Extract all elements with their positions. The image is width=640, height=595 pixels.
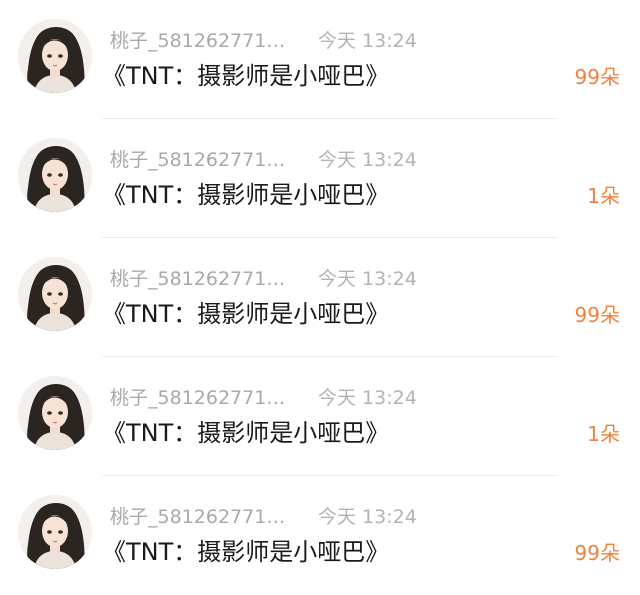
timestamp: 今天 13:24 bbox=[318, 506, 417, 528]
list-item[interactable]: 桃子_581262771… 今天 13:24 《TNT：摄影师是小哑巴》 1朵 bbox=[0, 357, 640, 476]
timestamp: 今天 13:24 bbox=[318, 268, 417, 290]
gift-count: 99朵 bbox=[574, 65, 620, 89]
girl-portrait-icon bbox=[18, 138, 92, 212]
list-item[interactable]: 桃子_581262771… 今天 13:24 《TNT：摄影师是小哑巴》 1朵 bbox=[0, 119, 640, 238]
gift-count: 99朵 bbox=[574, 541, 620, 565]
girl-portrait-icon bbox=[18, 19, 92, 93]
item-meta: 桃子_581262771… 今天 13:24 bbox=[110, 504, 417, 530]
girl-portrait-icon bbox=[18, 376, 92, 450]
gift-count: 99朵 bbox=[574, 303, 620, 327]
girl-portrait-icon bbox=[18, 495, 92, 569]
avatar[interactable] bbox=[18, 19, 92, 93]
avatar[interactable] bbox=[18, 376, 92, 450]
item-meta: 桃子_581262771… 今天 13:24 bbox=[110, 266, 417, 292]
message-text: 《TNT：摄影师是小哑巴》 bbox=[102, 62, 390, 90]
avatar[interactable] bbox=[18, 257, 92, 331]
username[interactable]: 桃子_581262771… bbox=[110, 385, 308, 411]
item-meta: 桃子_581262771… 今天 13:24 bbox=[110, 28, 417, 54]
username[interactable]: 桃子_581262771… bbox=[110, 147, 308, 173]
gift-count: 1朵 bbox=[587, 184, 620, 208]
gift-count: 1朵 bbox=[587, 422, 620, 446]
list-item[interactable]: 桃子_581262771… 今天 13:24 《TNT：摄影师是小哑巴》 99朵 bbox=[0, 0, 640, 119]
timestamp: 今天 13:24 bbox=[318, 387, 417, 409]
message-text: 《TNT：摄影师是小哑巴》 bbox=[102, 538, 390, 566]
timestamp: 今天 13:24 bbox=[318, 30, 417, 52]
username[interactable]: 桃子_581262771… bbox=[110, 266, 308, 292]
item-meta: 桃子_581262771… 今天 13:24 bbox=[110, 385, 417, 411]
message-text: 《TNT：摄影师是小哑巴》 bbox=[102, 300, 390, 328]
list-item[interactable]: 桃子_581262771… 今天 13:24 《TNT：摄影师是小哑巴》 99朵 bbox=[0, 476, 640, 595]
timestamp: 今天 13:24 bbox=[318, 149, 417, 171]
notification-list: 桃子_581262771… 今天 13:24 《TNT：摄影师是小哑巴》 99朵 … bbox=[0, 0, 640, 595]
girl-portrait-icon bbox=[18, 257, 92, 331]
avatar[interactable] bbox=[18, 495, 92, 569]
username[interactable]: 桃子_581262771… bbox=[110, 504, 308, 530]
message-text: 《TNT：摄影师是小哑巴》 bbox=[102, 181, 390, 209]
message-text: 《TNT：摄影师是小哑巴》 bbox=[102, 419, 390, 447]
avatar[interactable] bbox=[18, 138, 92, 212]
list-item[interactable]: 桃子_581262771… 今天 13:24 《TNT：摄影师是小哑巴》 99朵 bbox=[0, 238, 640, 357]
username[interactable]: 桃子_581262771… bbox=[110, 28, 308, 54]
item-meta: 桃子_581262771… 今天 13:24 bbox=[110, 147, 417, 173]
